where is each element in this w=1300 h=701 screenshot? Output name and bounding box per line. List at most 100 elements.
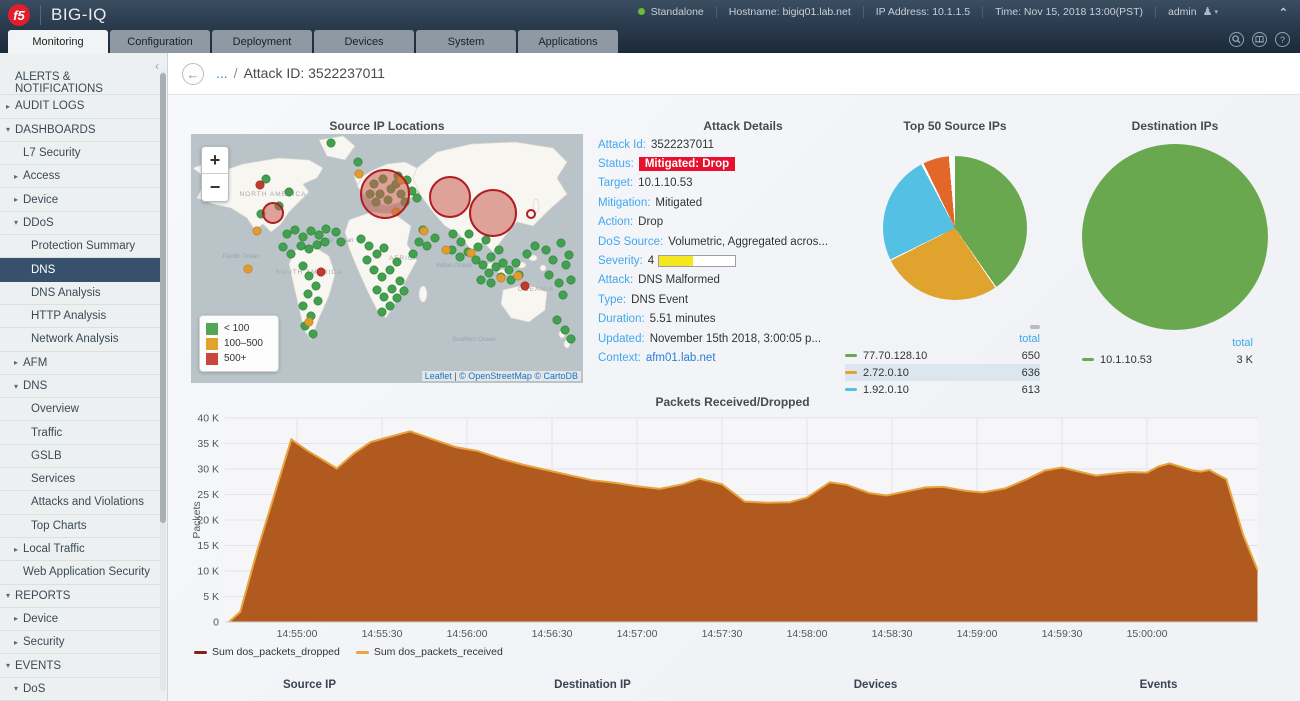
green-source-dot[interactable]	[370, 266, 378, 274]
green-source-dot[interactable]	[505, 266, 513, 274]
green-source-dot[interactable]	[400, 287, 408, 295]
sidebar-item-audit-logs[interactable]: ▸AUDIT LOGS	[0, 95, 160, 118]
sidebar-item-protection-summary[interactable]: Protection Summary	[0, 235, 160, 258]
green-source-dot[interactable]	[472, 256, 480, 264]
green-source-dot[interactable]	[357, 235, 365, 243]
green-source-dot[interactable]	[287, 250, 295, 258]
packets-chart[interactable]: 05 K10 K15 K20 K25 K30 K35 K40 K14:55:00…	[190, 412, 1275, 644]
legend-row-77-70-128-10[interactable]: 77.70.128.10650	[845, 347, 1040, 364]
red-source-dot[interactable]	[256, 181, 264, 189]
tab-applications[interactable]: Applications	[518, 30, 618, 53]
green-source-dot[interactable]	[393, 258, 401, 266]
green-source-dot[interactable]	[396, 277, 404, 285]
orange-source-dot[interactable]	[305, 318, 313, 326]
green-source-dot[interactable]	[409, 250, 417, 258]
sidebar-item-top-charts[interactable]: Top Charts	[0, 515, 160, 538]
sidebar-item-overview[interactable]: Overview	[0, 398, 160, 421]
green-source-dot[interactable]	[285, 188, 293, 196]
sidebar-item-alerts-notifications[interactable]: ALERTS & NOTIFICATIONS	[0, 72, 160, 95]
green-source-dot[interactable]	[553, 316, 561, 324]
tab-system[interactable]: System	[416, 30, 516, 53]
green-source-dot[interactable]	[332, 228, 340, 236]
green-source-dot[interactable]	[378, 308, 386, 316]
attack-cluster-circle[interactable]	[361, 170, 409, 218]
breadcrumb-ellipsis[interactable]: ...	[216, 65, 228, 81]
orange-source-dot[interactable]	[244, 265, 252, 273]
destinations-pie[interactable]	[1082, 144, 1268, 330]
orange-source-dot[interactable]	[442, 246, 450, 254]
chart-legend-sum-dos-packets-dropped[interactable]: Sum dos_packets_dropped	[194, 646, 340, 658]
sidebar-item-http-analysis[interactable]: HTTP Analysis	[0, 305, 160, 328]
green-source-dot[interactable]	[562, 261, 570, 269]
red-source-dot[interactable]	[317, 268, 325, 276]
green-source-dot[interactable]	[380, 293, 388, 301]
sidebar-item-dns-analysis[interactable]: DNS Analysis	[0, 282, 160, 305]
tab-configuration[interactable]: Configuration	[110, 30, 210, 53]
green-source-dot[interactable]	[388, 285, 396, 293]
green-source-dot[interactable]	[378, 273, 386, 281]
green-source-dot[interactable]	[283, 230, 291, 238]
green-source-dot[interactable]	[449, 230, 457, 238]
green-source-dot[interactable]	[305, 272, 313, 280]
legend-row-2-72-0-10[interactable]: 2.72.0.10636	[845, 364, 1040, 381]
green-source-dot[interactable]	[299, 233, 307, 241]
context-link[interactable]: afm01.lab.net	[646, 352, 716, 364]
green-source-dot[interactable]	[415, 238, 423, 246]
sidebar-item-traffic[interactable]: Traffic	[0, 421, 160, 444]
green-source-dot[interactable]	[512, 259, 520, 267]
green-source-dot[interactable]	[565, 251, 573, 259]
sidebar-item-afm[interactable]: ▸AFM	[0, 352, 160, 375]
sidebar-item-access[interactable]: ▸Access	[0, 165, 160, 188]
tab-deployment[interactable]: Deployment	[212, 30, 312, 53]
back-button[interactable]: ←	[182, 63, 204, 85]
green-source-dot[interactable]	[305, 245, 313, 253]
green-source-dot[interactable]	[557, 239, 565, 247]
green-source-dot[interactable]	[291, 226, 299, 234]
osm-link[interactable]: © OpenStreetMap	[459, 371, 532, 381]
sidebar-item-events[interactable]: ▾EVENTS	[0, 654, 160, 677]
sidebar-scrollbar[interactable]	[160, 71, 166, 691]
green-source-dot[interactable]	[549, 256, 557, 264]
attack-cluster-circle[interactable]	[263, 203, 283, 223]
green-source-dot[interactable]	[386, 302, 394, 310]
green-source-dot[interactable]	[487, 279, 495, 287]
legend-row-10-1-10-53[interactable]: 10.1.10.533 K	[1082, 351, 1253, 368]
sidebar-item-reports[interactable]: ▾REPORTS	[0, 585, 160, 608]
legend-scrollbar[interactable]	[1030, 325, 1040, 329]
user-menu[interactable]: admin ♟ ▾	[1156, 5, 1230, 18]
zoom-out-button[interactable]: −	[202, 174, 228, 201]
orange-source-dot[interactable]	[497, 274, 505, 282]
sidebar-item-gslb[interactable]: GSLB	[0, 445, 160, 468]
green-source-dot[interactable]	[523, 250, 531, 258]
green-source-dot[interactable]	[477, 276, 485, 284]
green-source-dot[interactable]	[555, 279, 563, 287]
green-source-dot[interactable]	[304, 290, 312, 298]
green-source-dot[interactable]	[423, 242, 431, 250]
sidebar-item-l7-security[interactable]: L7 Security	[0, 142, 160, 165]
green-source-dot[interactable]	[474, 243, 482, 251]
cartodb-link[interactable]: © CartoDB	[534, 371, 578, 381]
green-source-dot[interactable]	[393, 294, 401, 302]
sidebar-item-dos[interactable]: ▾DoS	[0, 678, 160, 701]
green-source-dot[interactable]	[542, 246, 550, 254]
sidebar-item-device[interactable]: ▸Device	[0, 188, 160, 211]
tab-devices[interactable]: Devices	[314, 30, 414, 53]
green-source-dot[interactable]	[380, 244, 388, 252]
green-source-dot[interactable]	[545, 271, 553, 279]
green-source-dot[interactable]	[373, 250, 381, 258]
green-source-dot[interactable]	[499, 259, 507, 267]
sidebar-item-dashboards[interactable]: ▾DASHBOARDS	[0, 119, 160, 142]
chart-legend-sum-dos-packets-received[interactable]: Sum dos_packets_received	[356, 646, 503, 658]
green-source-dot[interactable]	[312, 282, 320, 290]
green-source-dot[interactable]	[373, 286, 381, 294]
sidebar-item-device[interactable]: ▸Device	[0, 608, 160, 631]
green-source-dot[interactable]	[279, 243, 287, 251]
green-source-dot[interactable]	[482, 236, 490, 244]
green-source-dot[interactable]	[309, 330, 317, 338]
sidebar-scrollbar-thumb[interactable]	[160, 73, 166, 523]
source-ip-map[interactable]: NORTH AMERICASOUTH AMERICAAFRICAOCEANIAA…	[191, 134, 583, 383]
sidebar-item-ddos[interactable]: ▾DDoS	[0, 212, 160, 235]
orange-source-dot[interactable]	[467, 249, 475, 257]
sidebar-item-dns[interactable]: DNS	[0, 258, 160, 281]
green-source-dot[interactable]	[314, 297, 322, 305]
